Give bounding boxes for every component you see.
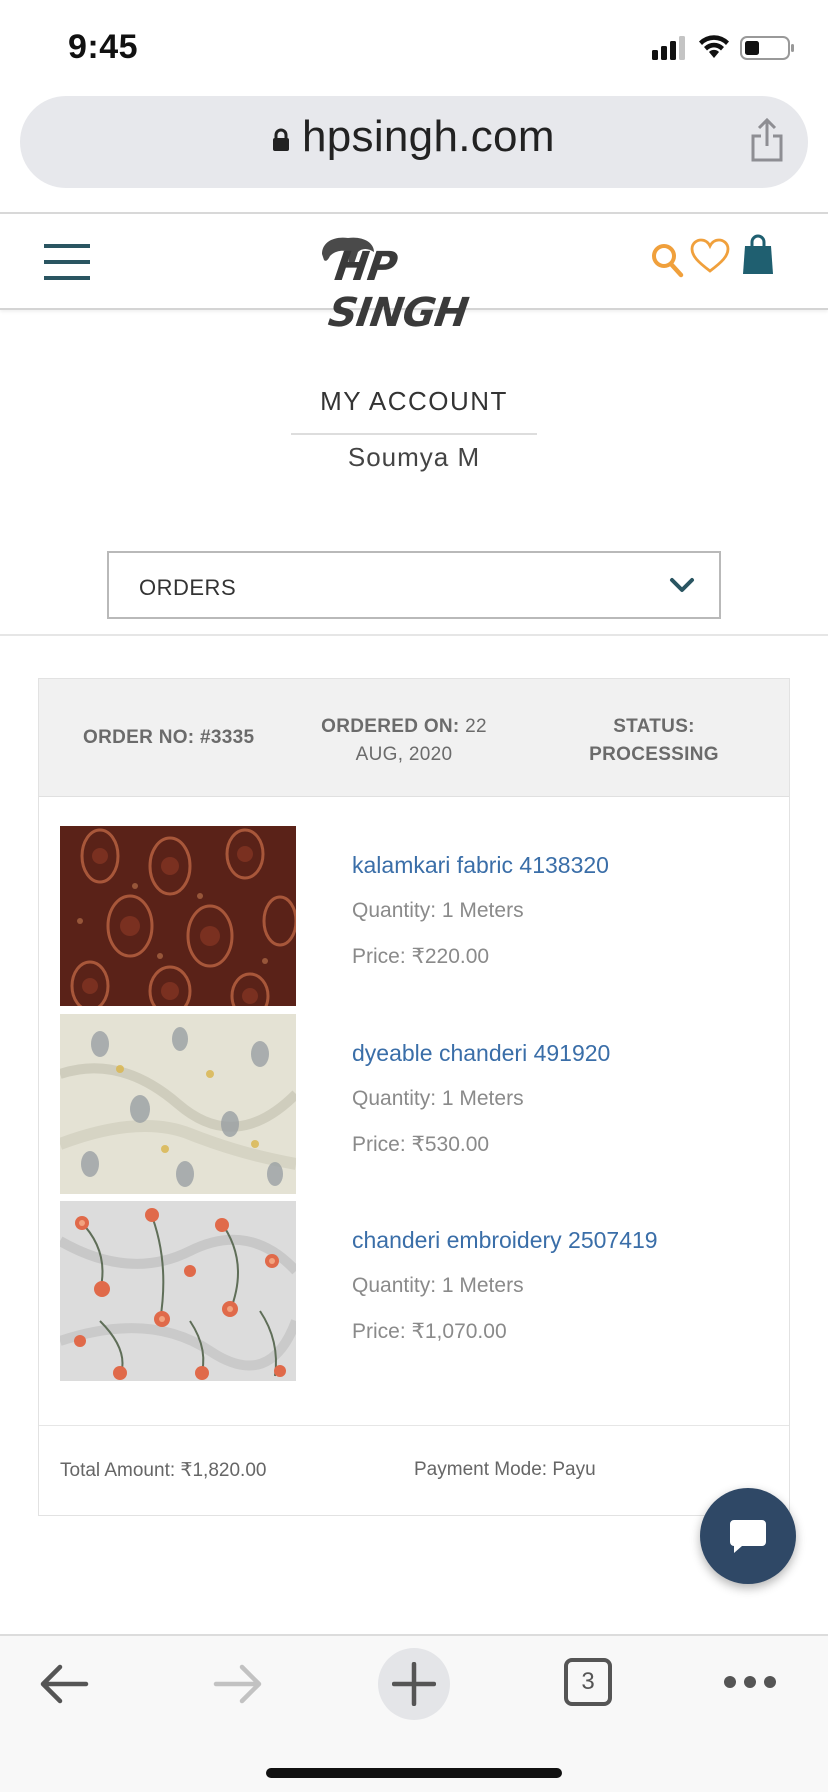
product-image-embroidery[interactable] <box>60 1201 296 1381</box>
plus-icon <box>392 1662 436 1706</box>
hp-singh-logo[interactable]: HP SINGH <box>314 232 514 336</box>
heart-icon[interactable] <box>690 238 730 274</box>
order-number: ORDER NO: #3335 <box>83 727 255 748</box>
url-bar[interactable]: hpsingh.com <box>20 96 808 188</box>
more-icon[interactable] <box>722 1672 778 1692</box>
back-arrow-icon[interactable] <box>38 1662 90 1706</box>
order-status-label: STATUS: <box>613 716 695 737</box>
order-item: dyeable chanderi 491920 Quantity: 1 Mete… <box>60 1014 760 1194</box>
home-indicator[interactable] <box>266 1768 562 1778</box>
item-quantity: Quantity: 1 Meters <box>352 1087 524 1110</box>
item-quantity: Quantity: 1 Meters <box>352 1274 524 1297</box>
menu-icon[interactable] <box>44 244 90 280</box>
lock-icon <box>273 128 289 151</box>
account-rule <box>291 433 537 435</box>
payment-mode: Payment Mode: Payu <box>414 1459 596 1480</box>
chevron-down-icon <box>670 578 694 592</box>
order-header: ORDER NO: #3335 ORDERED ON: 22 AUG, 2020… <box>39 679 789 797</box>
section-select-dropdown[interactable]: ORDERS <box>107 551 721 619</box>
account-name: Soumya M <box>347 442 481 472</box>
tabs-count: 3 <box>581 1668 595 1695</box>
logo-text: HP SINGH <box>325 244 471 336</box>
wifi-icon <box>699 35 729 58</box>
item-quantity: Quantity: 1 Meters <box>352 899 524 922</box>
order-card: ORDER NO: #3335 ORDERED ON: 22 AUG, 2020… <box>38 678 790 1516</box>
new-tab-button[interactable] <box>378 1648 450 1720</box>
order-date: ORDERED ON: 22 AUG, 2020 <box>311 713 497 769</box>
order-date-label: ORDERED ON: <box>321 716 460 737</box>
item-price: Price: ₹220.00 <box>352 945 490 968</box>
item-name-link[interactable]: chanderi embroidery 2507419 <box>352 1227 658 1254</box>
item-name-link[interactable]: kalamkari fabric 4138320 <box>352 852 609 879</box>
bag-icon[interactable] <box>742 234 774 276</box>
item-price: Price: ₹1,070.00 <box>352 1320 507 1343</box>
chat-bubble-icon <box>730 1520 766 1553</box>
url-text[interactable]: hpsingh.com <box>302 112 555 162</box>
tabs-icon[interactable]: 3 <box>564 1658 612 1706</box>
account-title: MY ACCOUNT <box>320 386 508 416</box>
select-value: ORDERS <box>139 575 237 600</box>
status-bar: 9:45 <box>0 0 828 92</box>
product-image-kalamkari[interactable] <box>60 826 296 1006</box>
order-item: kalamkari fabric 4138320 Quantity: 1 Met… <box>60 826 760 1006</box>
order-status-value: PROCESSING <box>589 744 719 765</box>
search-icon[interactable] <box>650 242 684 278</box>
product-image-chanderi[interactable] <box>60 1014 296 1194</box>
forward-arrow-icon[interactable] <box>212 1662 264 1706</box>
order-footer-divider <box>39 1425 789 1426</box>
share-icon[interactable] <box>750 118 784 162</box>
item-name-link[interactable]: dyeable chanderi 491920 <box>352 1040 610 1067</box>
item-price: Price: ₹530.00 <box>352 1133 490 1156</box>
chat-button[interactable] <box>700 1488 796 1584</box>
signal-icon <box>652 36 685 60</box>
order-status: STATUS: PROCESSING <box>549 713 759 769</box>
site-header: HP SINGH <box>0 214 828 336</box>
section-divider <box>0 634 828 636</box>
battery-icon <box>740 36 794 60</box>
total-amount: Total Amount: ₹1,820.00 <box>60 1460 267 1481</box>
status-time: 9:45 <box>68 28 139 66</box>
order-item: chanderi embroidery 2507419 Quantity: 1 … <box>60 1201 760 1381</box>
